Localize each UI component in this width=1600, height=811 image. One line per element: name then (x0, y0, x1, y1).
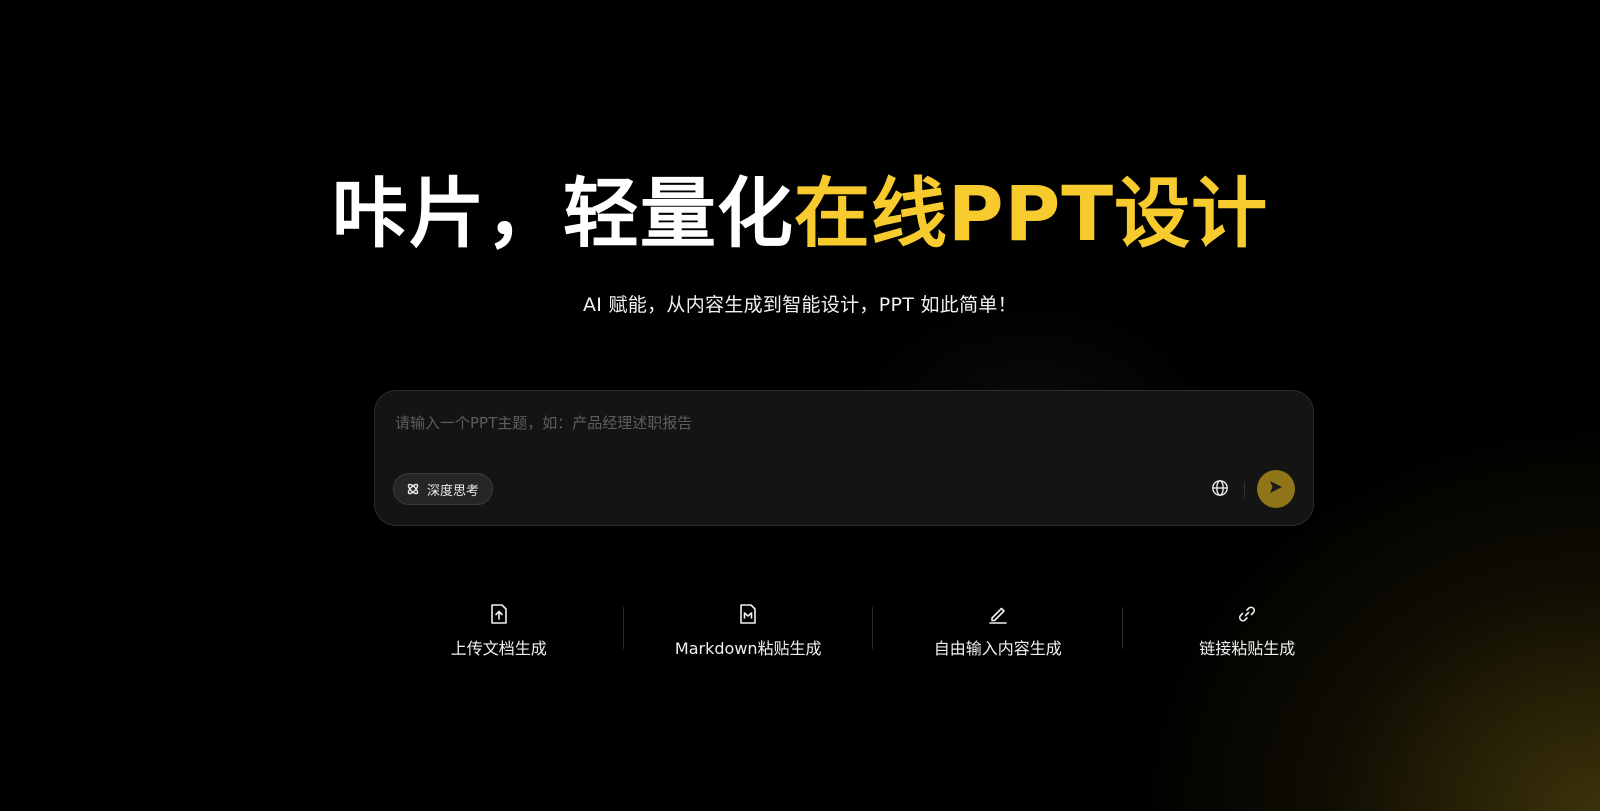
globe-icon (1211, 479, 1229, 501)
option-link-paste[interactable]: 链接粘贴生成 (1123, 596, 1373, 666)
deep-think-label: 深度思考 (427, 483, 480, 499)
generation-options: 上传文档生成 Markdown粘贴生成 自由输入内容生成 链接粘贴生成 (374, 596, 1372, 666)
web-search-button[interactable] (1209, 479, 1231, 501)
send-button[interactable] (1257, 470, 1295, 508)
toolbar-divider (1244, 482, 1245, 498)
hero-title: 咔片，轻量化在线PPT设计 (0, 168, 1600, 260)
deep-think-icon (406, 482, 420, 496)
option-label: 自由输入内容生成 (933, 639, 1062, 658)
hero-title-white: 咔片，轻量化 (331, 169, 794, 258)
option-upload-document[interactable]: 上传文档生成 (374, 596, 624, 666)
option-label: 上传文档生成 (450, 639, 547, 658)
pen-edit-icon (986, 602, 1010, 626)
deep-think-toggle[interactable]: 深度思考 (393, 473, 494, 505)
option-free-input[interactable]: 自由输入内容生成 (873, 596, 1123, 666)
link-icon (1235, 602, 1259, 626)
page: 咔片，轻量化在线PPT设计 AI 赋能，从内容生成到智能设计，PPT 如此简单！… (0, 0, 1600, 811)
markdown-file-icon (736, 602, 760, 626)
hero-title-gold: 在线PPT设计 (793, 169, 1269, 258)
upload-file-icon (487, 602, 511, 626)
send-icon (1268, 479, 1284, 499)
option-label: Markdown粘贴生成 (674, 639, 822, 658)
hero-subtitle: AI 赋能，从内容生成到智能设计，PPT 如此简单！ (582, 294, 1017, 316)
prompt-input[interactable] (393, 409, 1277, 437)
option-label: 链接粘贴生成 (1199, 639, 1296, 658)
prompt-box: 深度思考 (374, 390, 1314, 526)
option-markdown-paste[interactable]: Markdown粘贴生成 (624, 596, 873, 666)
